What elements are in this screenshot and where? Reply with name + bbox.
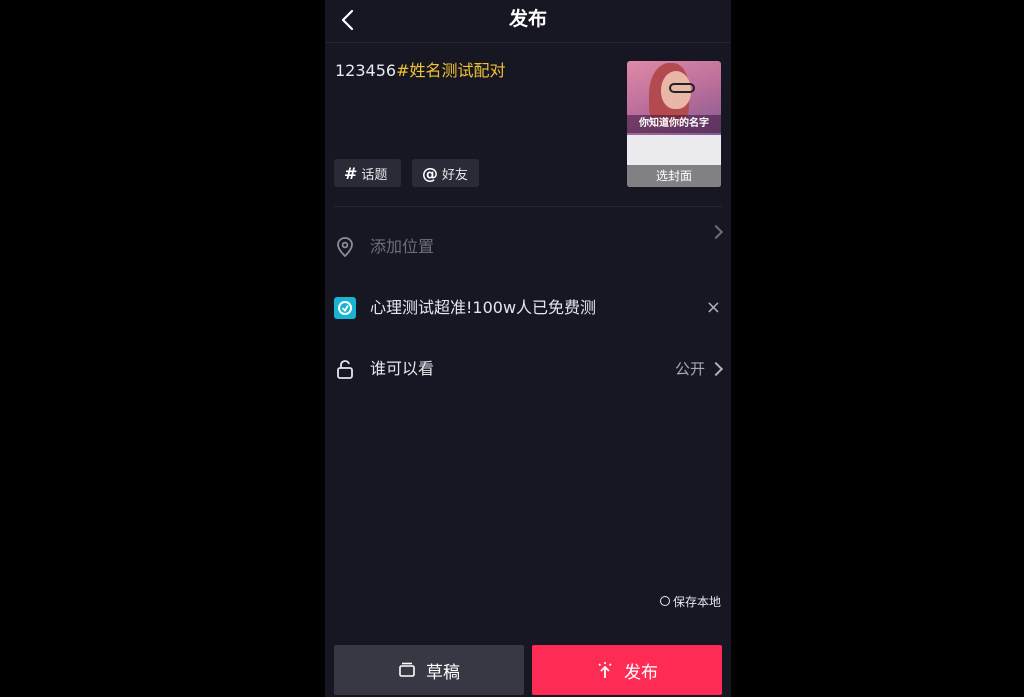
top-bar: 发布 — [325, 0, 731, 43]
caption-hashtag: #姓名测试配对 — [396, 61, 506, 80]
unlock-icon — [337, 360, 353, 379]
privacy-value: 公开 — [674, 360, 705, 378]
hashtag-icon: # — [344, 163, 358, 183]
back-button[interactable] — [333, 6, 363, 36]
close-icon[interactable]: × — [706, 288, 721, 328]
page-title: 发布 — [508, 8, 547, 30]
draft-button[interactable]: 草稿 — [334, 645, 524, 695]
cover-thumbnail[interactable]: 你知道你的名字 选封面 — [627, 61, 721, 187]
draft-label: 草稿 — [426, 662, 460, 683]
add-location-row[interactable]: 添加位置 — [325, 224, 731, 267]
mention-friend-button[interactable]: @ 好友 — [412, 159, 479, 187]
publish-screen: 发布 123456#姓名测试配对 # 话题 @ 好友 你知道你的名字 选封面 添… — [325, 0, 731, 697]
save-local-toggle[interactable]: 保存本地 — [659, 592, 721, 610]
location-pin-icon — [337, 237, 353, 258]
cover-overlay-text: 你知道你的名字 — [627, 115, 721, 133]
mini-app-link-icon — [334, 297, 356, 319]
radio-circle-icon — [659, 596, 670, 606]
caption-input[interactable]: 123456#姓名测试配对 — [335, 60, 615, 82]
save-local-label: 保存本地 — [672, 594, 721, 609]
row-arrow — [705, 224, 724, 240]
mini-app-link-row[interactable]: 心理测试超准!100w人已免费测 × — [325, 288, 731, 328]
publish-label: 发布 — [624, 662, 658, 683]
chevron-right-icon — [708, 361, 724, 377]
select-cover-label: 选封面 — [627, 165, 721, 187]
who-can-view-label: 谁可以看 — [370, 359, 435, 378]
at-sign-icon: @ — [422, 163, 438, 183]
mini-app-label: 心理测试超准!100w人已免费测 — [370, 298, 597, 317]
cover-image-glasses — [669, 83, 695, 93]
caption-text: 123456 — [335, 61, 397, 80]
topic-button[interactable]: # 话题 — [334, 159, 401, 187]
draft-box-icon — [399, 662, 415, 677]
publish-arrow-icon — [598, 662, 612, 678]
who-can-view-row[interactable]: 谁可以看 公开 — [325, 349, 731, 389]
divider — [334, 206, 722, 207]
publish-button[interactable]: 发布 — [532, 645, 722, 695]
friend-label: 好友 — [442, 167, 469, 183]
privacy-value-wrap: 公开 — [674, 349, 724, 389]
topic-label: 话题 — [361, 167, 388, 183]
add-location-label: 添加位置 — [370, 237, 435, 256]
row-close: × — [706, 288, 721, 328]
chevron-left-icon — [341, 9, 354, 31]
chevron-right-icon — [708, 224, 724, 240]
